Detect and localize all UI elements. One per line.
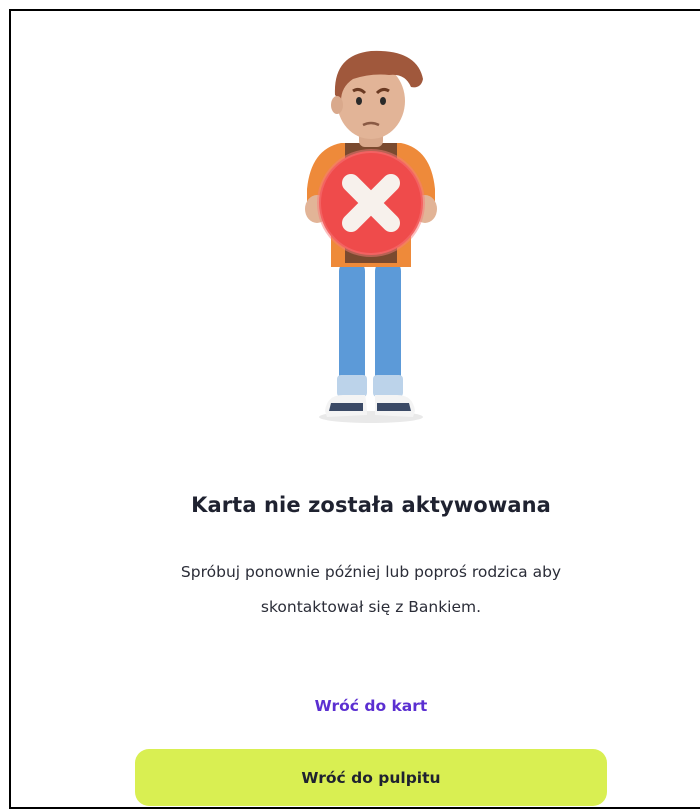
left-eye [356, 97, 362, 105]
left-cuff [337, 375, 367, 397]
error-illustration [305, 50, 437, 423]
left-shoe-detail [329, 403, 363, 411]
page-title: Karta nie została aktywowana [191, 493, 551, 517]
activation-failed-screen: Karta nie została aktywowana Spróbuj pon… [9, 9, 700, 809]
right-eye [380, 97, 386, 105]
back-to-dashboard-label: Wróć do pulpitu [301, 768, 441, 787]
error-description: Spróbuj ponownie później lub poproś rodz… [180, 563, 562, 616]
back-to-cards-link[interactable]: Wróć do kart [11, 697, 700, 715]
right-shoe-detail [377, 403, 411, 411]
left-leg [339, 261, 365, 391]
right-leg [375, 261, 401, 391]
back-to-dashboard-button[interactable]: Wróć do pulpitu [135, 749, 607, 806]
right-cuff [373, 375, 403, 397]
ear [331, 96, 343, 114]
